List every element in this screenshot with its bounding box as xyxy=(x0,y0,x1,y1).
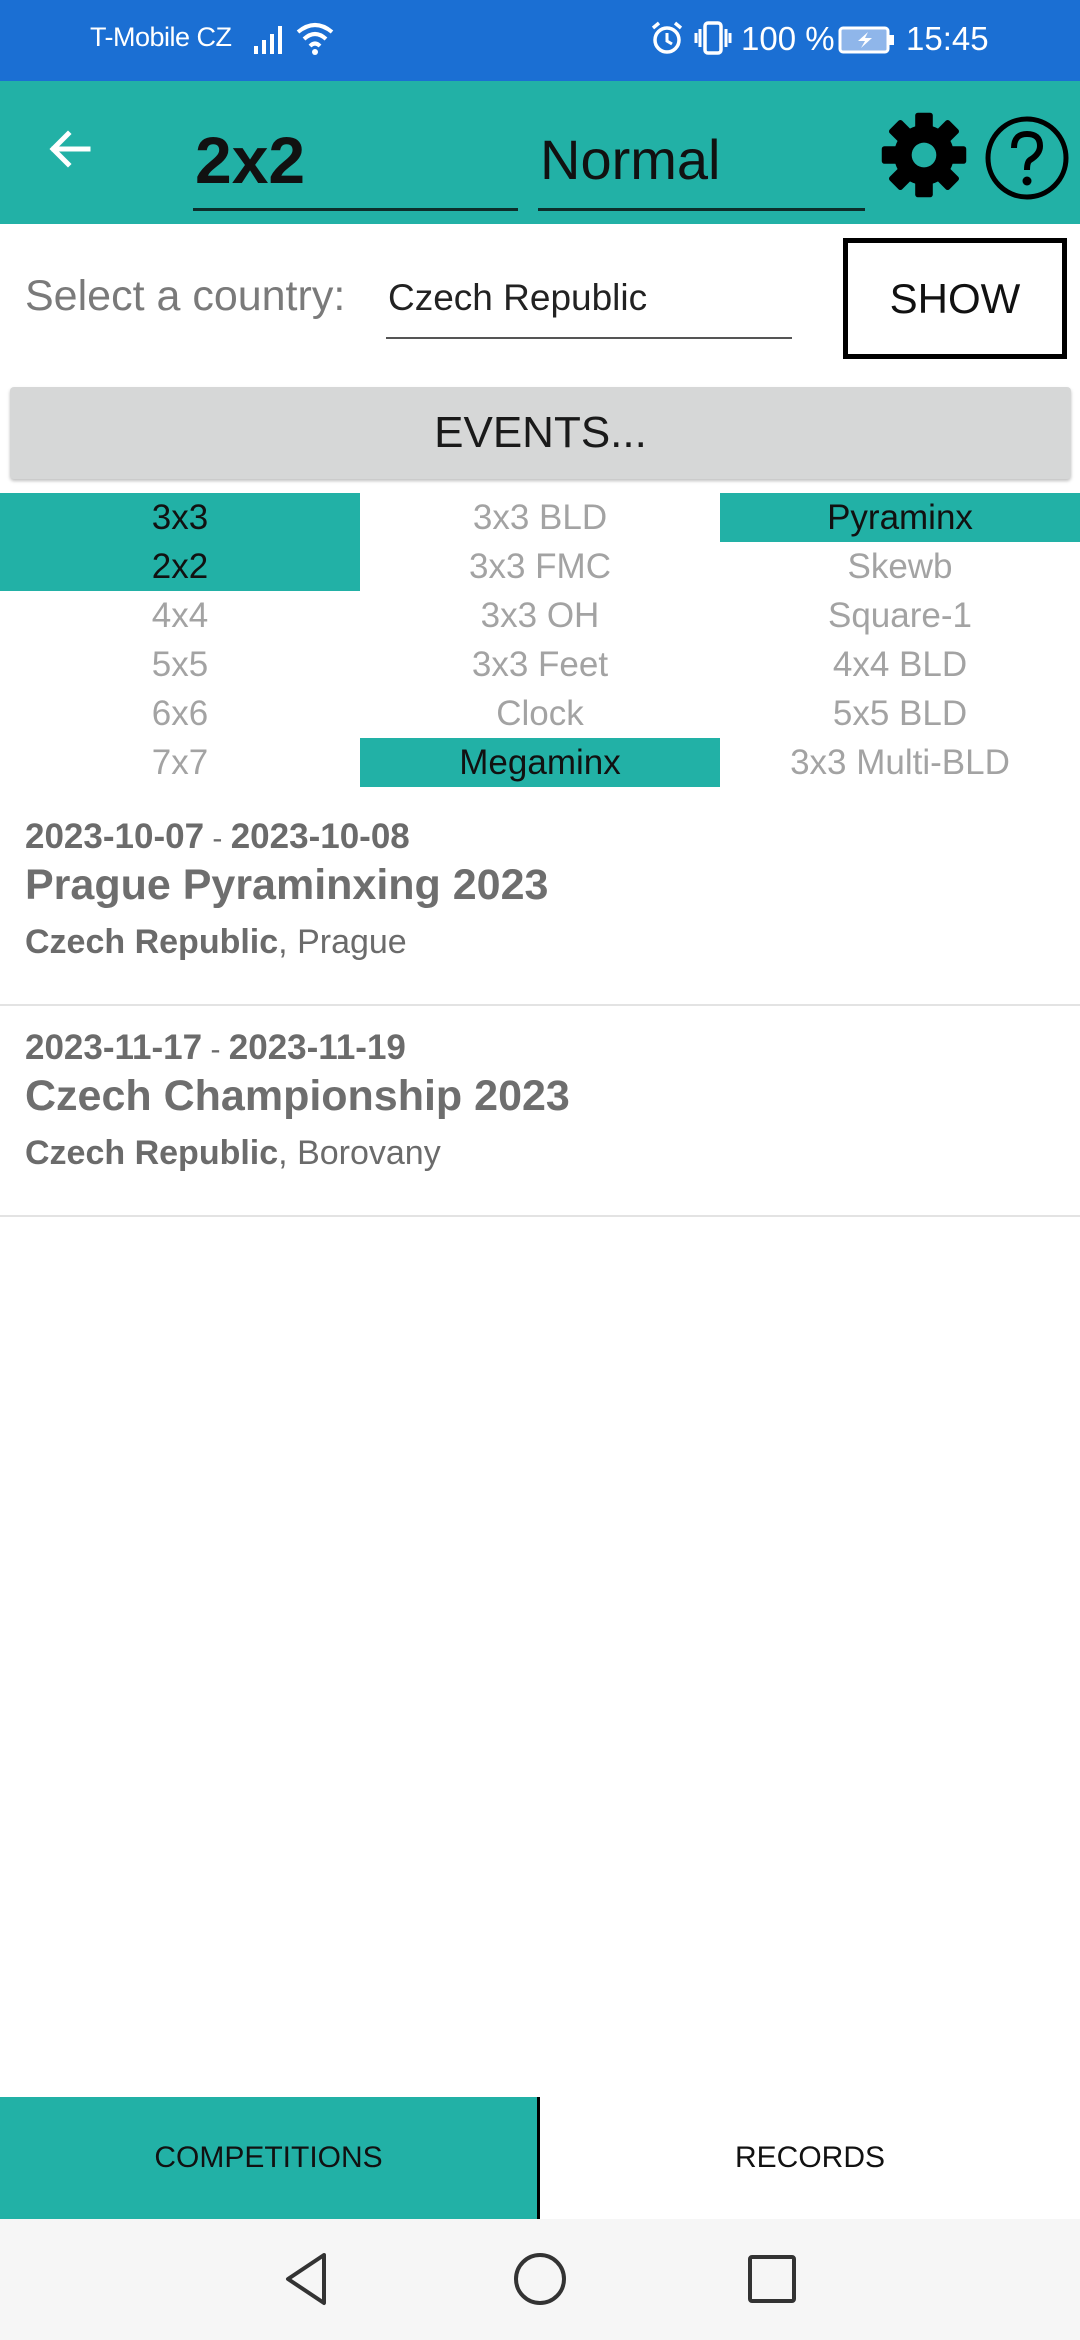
nav-recents-icon[interactable] xyxy=(740,2247,804,2311)
event-item[interactable]: Skewb xyxy=(720,542,1080,591)
navigation-bar xyxy=(0,2219,1080,2340)
competition-item[interactable]: 2023-10-07 - 2023-10-08 Prague Pyraminxi… xyxy=(0,795,1080,1006)
gear-icon[interactable] xyxy=(880,111,968,199)
event-item[interactable]: 3x3 BLD xyxy=(360,493,720,542)
clock: 15:45 xyxy=(906,20,989,57)
country-label: Select a country: xyxy=(25,272,346,320)
end-date: 2023-11-19 xyxy=(228,1028,406,1067)
competition-name: Prague Pyraminxing 2023 xyxy=(25,861,549,909)
event-item[interactable]: 3x3 Multi-BLD xyxy=(720,738,1080,787)
status-bar: T-Mobile CZ 100 % 15:45 xyxy=(0,0,1080,81)
event-item[interactable]: Megaminx xyxy=(360,738,720,787)
signal-icon xyxy=(254,26,282,54)
competition-item[interactable]: 2023-11-17 - 2023-11-19 Czech Championsh… xyxy=(0,1006,1080,1217)
wifi-icon xyxy=(296,23,334,55)
mode-select[interactable]: Normal xyxy=(538,109,865,211)
country-input[interactable]: Czech Republic xyxy=(386,265,792,339)
competition-country: Czech Republic xyxy=(25,1134,279,1172)
event-item[interactable]: 5x5 BLD xyxy=(720,689,1080,738)
back-arrow-icon[interactable] xyxy=(38,117,102,181)
competition-city: , Prague xyxy=(278,923,407,961)
nav-back-icon[interactable] xyxy=(276,2247,340,2311)
event-item[interactable]: 6x6 xyxy=(0,689,360,738)
puzzle-select[interactable]: 2x2 xyxy=(193,109,518,211)
competition-location: Czech Republic, Borovany xyxy=(25,1134,441,1173)
show-button[interactable]: SHOW xyxy=(843,238,1067,359)
event-item[interactable]: Pyraminx xyxy=(720,493,1080,542)
date-separator: - xyxy=(202,1033,229,1066)
event-item[interactable]: 4x4 xyxy=(0,591,360,640)
vibrate-icon xyxy=(694,21,732,55)
event-item[interactable]: 3x3 xyxy=(0,493,360,542)
help-icon[interactable] xyxy=(983,114,1071,202)
competition-dates: 2023-10-07 - 2023-10-08 xyxy=(25,817,410,857)
start-date: 2023-11-17 xyxy=(25,1028,203,1067)
toolbar: 2x2 Normal xyxy=(0,81,1080,224)
events-grid: 3x3 3x3 BLD Pyraminx 2x2 3x3 FMC Skewb 4… xyxy=(0,493,1080,787)
competition-name: Czech Championship 2023 xyxy=(25,1072,570,1120)
event-item[interactable]: Clock xyxy=(360,689,720,738)
tab-competitions[interactable]: COMPETITIONS xyxy=(0,2097,540,2219)
end-date: 2023-10-08 xyxy=(230,817,410,856)
event-item[interactable]: Square-1 xyxy=(720,591,1080,640)
battery-icon xyxy=(838,26,894,54)
competition-dates: 2023-11-17 - 2023-11-19 xyxy=(25,1028,406,1068)
event-item[interactable]: 7x7 xyxy=(0,738,360,787)
event-item[interactable]: 3x3 OH xyxy=(360,591,720,640)
competition-country: Czech Republic xyxy=(25,923,279,961)
nav-home-icon[interactable] xyxy=(508,2247,572,2311)
competition-location: Czech Republic, Prague xyxy=(25,923,407,962)
tab-records[interactable]: RECORDS xyxy=(540,2097,1080,2219)
battery-percent: 100 % xyxy=(741,20,835,57)
competition-city: , Borovany xyxy=(278,1134,441,1172)
event-item[interactable]: 2x2 xyxy=(0,542,360,591)
bottom-tabs: COMPETITIONS RECORDS xyxy=(0,2097,1080,2219)
alarm-icon xyxy=(651,21,683,54)
start-date: 2023-10-07 xyxy=(25,817,205,856)
event-item[interactable]: 5x5 xyxy=(0,640,360,689)
events-button[interactable]: EVENTS... xyxy=(10,387,1071,479)
event-item[interactable]: 3x3 Feet xyxy=(360,640,720,689)
event-item[interactable]: 3x3 FMC xyxy=(360,542,720,591)
date-separator: - xyxy=(204,822,231,855)
event-item[interactable]: 4x4 BLD xyxy=(720,640,1080,689)
carrier-name: T-Mobile CZ xyxy=(90,22,232,52)
